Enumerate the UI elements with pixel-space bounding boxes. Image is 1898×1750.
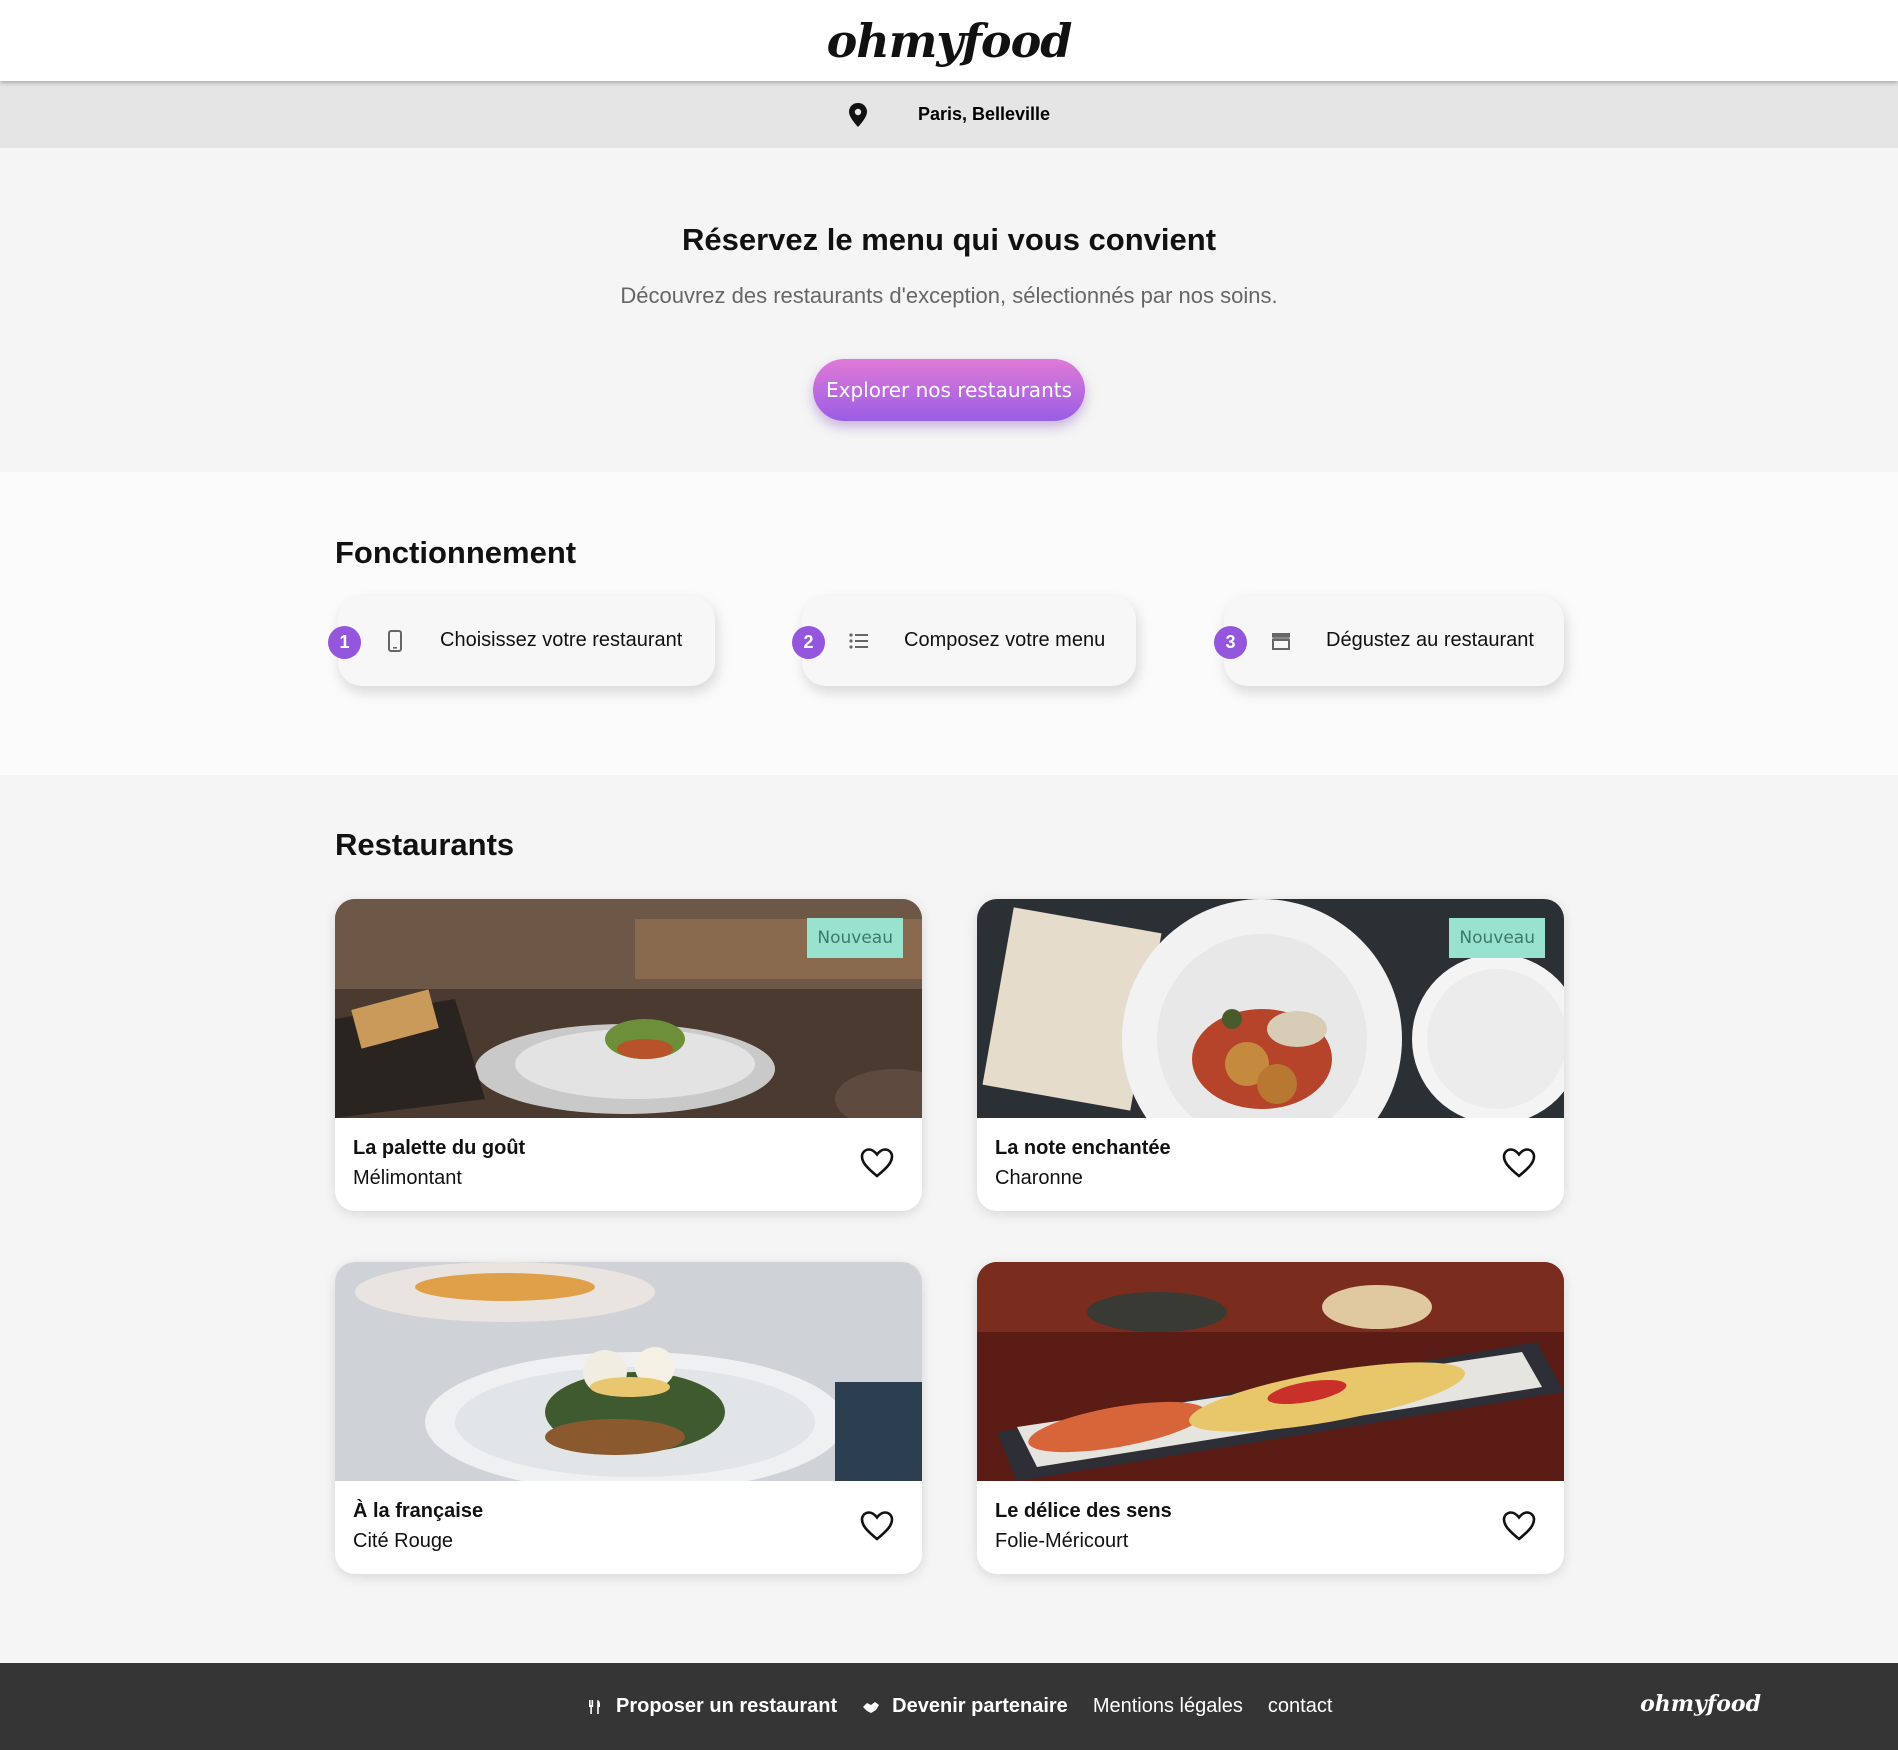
mobile-phone-icon [384,630,406,652]
step-card-2: 2 Composez votre menu [792,596,1136,686]
footer-links: Proposer un restaurant Devenir partenair… [586,1663,1357,1750]
hero-title: Réservez le menu qui vous convient [681,222,1217,257]
heart-icon[interactable] [860,1510,894,1542]
hero-subtitle: Découvrez des restaurants d'exception, s… [620,283,1278,308]
restaurant-area: Cité Rouge [353,1530,454,1552]
hero-section: Réservez le menu qui vous convient Décou… [0,148,1898,472]
restaurants-section: Restaurants Nouveau La palette du goût M… [0,775,1898,1663]
utensils-icon [586,1698,604,1716]
footer-link-label: Mentions légales [1092,1695,1243,1717]
new-badge: Nouveau [1449,918,1545,958]
how-it-works-section: Fonctionnement 1 Choisissez votre restau… [0,472,1898,775]
map-pin-icon [848,102,868,127]
restaurant-name: La palette du goût [353,1137,526,1159]
footer-link-become-partner[interactable]: Devenir partenaire [862,1695,1068,1718]
restaurant-photo [977,1262,1564,1481]
footer-link-label: Proposer un restaurant [616,1695,838,1717]
footer-link-label: Devenir partenaire [892,1695,1068,1717]
how-it-works-title: Fonctionnement [335,535,577,570]
step-label: Composez votre menu [904,629,1106,651]
step-number-badge: 1 [328,626,361,659]
restaurant-area: Charonne [995,1167,1083,1189]
restaurant-name: Le délice des sens [995,1500,1172,1522]
step-number-badge: 2 [792,626,825,659]
location-bar: Paris, Belleville [0,81,1898,148]
heart-icon[interactable] [860,1147,894,1179]
location-text: Paris, Belleville [917,104,1051,124]
restaurants-title: Restaurants [335,827,515,862]
site-logo[interactable]: ohmyfood [827,14,1073,68]
handshake-icon [862,1698,880,1716]
explore-restaurants-button[interactable]: Explorer nos restaurants [813,359,1085,421]
restaurant-card[interactable]: À la française Cité Rouge [335,1262,922,1574]
restaurant-card[interactable]: Nouveau La palette du goût Mélimontant [335,899,922,1211]
step-card-3: 3 Dégustez au restaurant [1214,596,1564,686]
restaurant-card[interactable]: Nouveau La note enchantée Charonne [977,899,1564,1211]
footer-link-legal[interactable]: Mentions légales [1093,1695,1243,1718]
step-card-1: 1 Choisissez votre restaurant [328,596,715,686]
step-number-badge: 3 [1214,626,1247,659]
restaurant-card[interactable]: Le délice des sens Folie-Méricourt [977,1262,1564,1574]
heart-icon[interactable] [1502,1147,1536,1179]
restaurant-name: À la française [353,1500,484,1522]
restaurant-area: Mélimontant [353,1167,462,1189]
step-label: Choisissez votre restaurant [440,629,683,651]
site-footer: Proposer un restaurant Devenir partenair… [0,1663,1898,1750]
heart-icon[interactable] [1502,1510,1536,1542]
restaurant-area: Folie-Méricourt [995,1530,1129,1552]
list-icon [848,630,870,652]
footer-link-propose-restaurant[interactable]: Proposer un restaurant [586,1695,837,1718]
footer-logo[interactable]: ohmyfood [1640,1691,1761,1717]
store-icon [1270,630,1292,652]
restaurant-photo [335,1262,922,1481]
new-badge: Nouveau [807,918,903,958]
restaurant-name: La note enchantée [995,1137,1171,1159]
footer-link-label: contact [1267,1695,1333,1717]
step-label: Dégustez au restaurant [1326,629,1534,651]
footer-link-contact[interactable]: contact [1268,1695,1332,1718]
site-header: ohmyfood [0,0,1898,81]
